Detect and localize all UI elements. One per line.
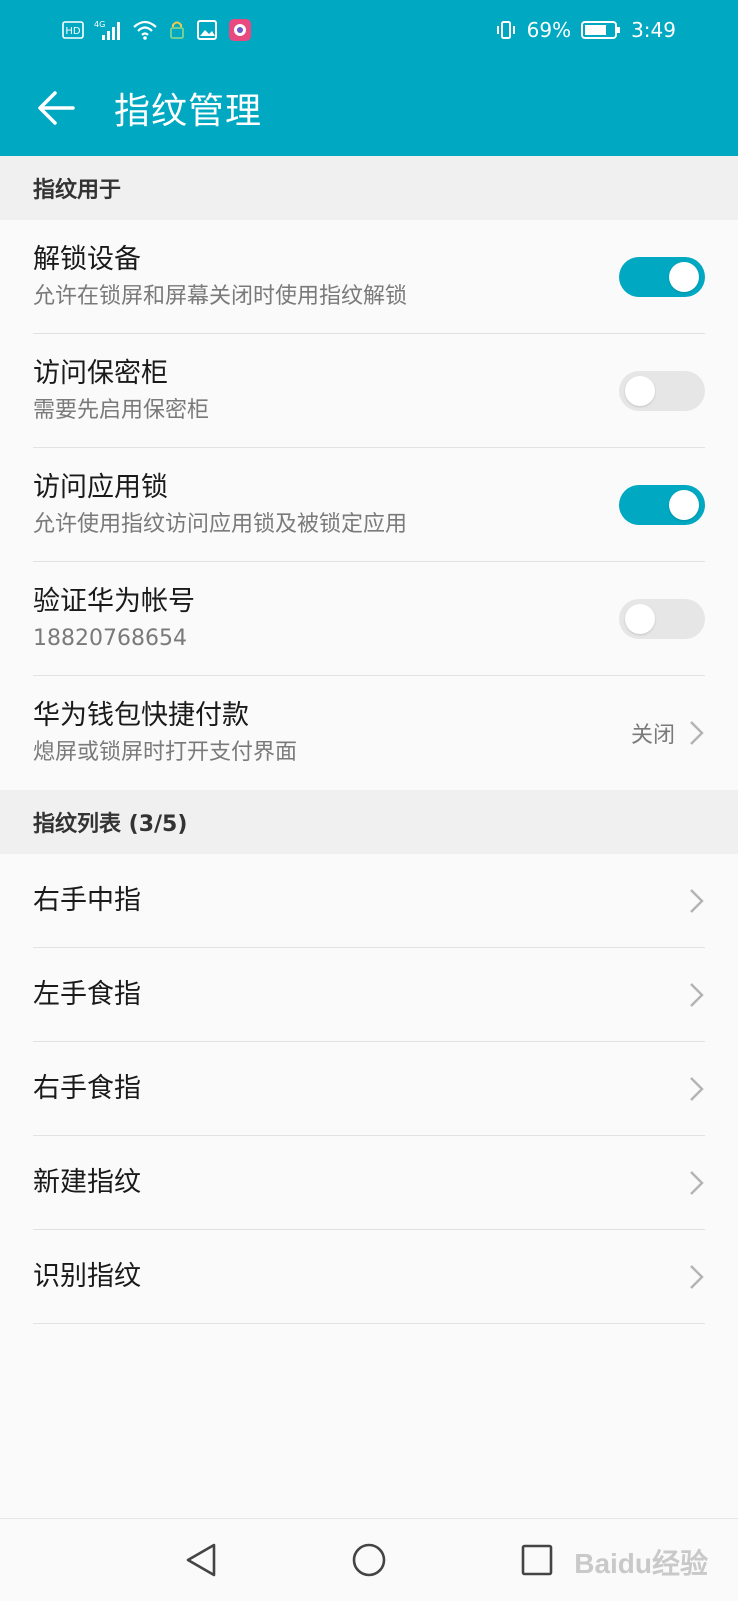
setting-title: 访问应用锁 bbox=[33, 471, 168, 503]
setting-subtitle: 允许在锁屏和屏幕关闭时使用指纹解锁 bbox=[33, 283, 408, 309]
chevron-right-icon bbox=[687, 1169, 705, 1197]
fingerprint-item-left-index[interactable]: 左手食指 bbox=[33, 948, 705, 1042]
setting-title: 访问保密柜 bbox=[33, 357, 168, 389]
new-fingerprint-label: 新建指纹 bbox=[33, 1166, 141, 1198]
arrow-left-icon bbox=[38, 91, 75, 125]
fingerprint-item-right-index[interactable]: 右手食指 bbox=[33, 1042, 705, 1136]
nav-recents-button[interactable] bbox=[515, 1538, 559, 1582]
settings-content: 指纹用于 解锁设备 允许在锁屏和屏幕关闭时使用指纹解锁 访问保密柜 需要先启用保… bbox=[0, 156, 738, 1324]
toggle-knob bbox=[669, 261, 699, 292]
identify-fingerprint-label: 识别指纹 bbox=[33, 1260, 141, 1292]
account-number: 18820768654 bbox=[33, 625, 187, 651]
chevron-right-icon bbox=[687, 1263, 705, 1291]
setting-title: 验证华为帐号 bbox=[33, 585, 195, 617]
section-header-usage: 指纹用于 bbox=[0, 156, 738, 220]
lock-icon bbox=[168, 19, 186, 41]
nav-back-button[interactable] bbox=[179, 1538, 223, 1582]
section-header-fingerprints: 指纹列表 (3/5) bbox=[0, 790, 738, 854]
setting-subtitle: 需要先启用保密柜 bbox=[33, 397, 210, 423]
access-safe-toggle[interactable] bbox=[619, 370, 705, 411]
status-right-icons: 69% 3:49 bbox=[495, 18, 676, 42]
app-bar: 指纹管理 bbox=[0, 60, 738, 156]
usage-list: 解锁设备 允许在锁屏和屏幕关闭时使用指纹解锁 访问保密柜 需要先启用保密柜 访问… bbox=[0, 220, 738, 790]
wifi-icon bbox=[132, 19, 158, 41]
fingerprint-name: 右手食指 bbox=[33, 1072, 141, 1104]
image-icon bbox=[196, 19, 218, 41]
chevron-right-icon bbox=[687, 887, 705, 915]
setting-title: 解锁设备 bbox=[33, 243, 141, 275]
toggle-knob bbox=[625, 375, 655, 406]
hd-icon: HD bbox=[62, 21, 84, 39]
battery-percent: 69% bbox=[526, 18, 572, 42]
battery-icon bbox=[581, 20, 621, 40]
wallet-pay-value: 关闭 bbox=[630, 723, 675, 748]
app-lock-toggle[interactable] bbox=[619, 484, 705, 525]
home-circle-icon bbox=[352, 1543, 386, 1577]
setting-subtitle: 熄屏或锁屏时打开支付界面 bbox=[33, 740, 298, 765]
status-left-icons: HD 4G bbox=[62, 18, 252, 42]
svg-text:4G: 4G bbox=[94, 20, 105, 29]
vibrate-icon bbox=[495, 19, 517, 41]
fingerprint-name: 右手中指 bbox=[33, 884, 141, 916]
setting-access-safe[interactable]: 访问保密柜 需要先启用保密柜 bbox=[33, 334, 705, 448]
unlock-device-toggle[interactable] bbox=[619, 256, 705, 297]
nav-home-button[interactable] bbox=[347, 1538, 391, 1582]
new-fingerprint-button[interactable]: 新建指纹 bbox=[33, 1136, 705, 1230]
setting-verify-account[interactable]: 验证华为帐号 18820768654 bbox=[33, 562, 705, 676]
setting-title: 华为钱包快捷付款 bbox=[33, 700, 249, 731]
verify-account-toggle[interactable] bbox=[619, 598, 705, 639]
setting-unlock-device[interactable]: 解锁设备 允许在锁屏和屏幕关闭时使用指纹解锁 bbox=[33, 220, 705, 334]
status-time: 3:49 bbox=[631, 18, 676, 42]
back-triangle-icon bbox=[186, 1543, 216, 1577]
app-badge-icon bbox=[228, 18, 252, 42]
chevron-right-icon bbox=[687, 981, 705, 1009]
signal-4g-icon: 4G bbox=[94, 19, 122, 41]
setting-app-lock[interactable]: 访问应用锁 允许使用指纹访问应用锁及被锁定应用 bbox=[33, 448, 705, 562]
status-bar: HD 4G 69% 3:49 bbox=[0, 0, 738, 60]
fingerprint-list: 右手中指 左手食指 右手食指 新建指纹 识别指纹 bbox=[0, 854, 738, 1324]
chevron-right-icon bbox=[687, 719, 705, 747]
setting-wallet-pay[interactable]: 华为钱包快捷付款 熄屏或锁屏时打开支付界面 关闭 bbox=[33, 676, 705, 790]
toggle-knob bbox=[669, 489, 699, 520]
toggle-knob bbox=[625, 603, 655, 634]
setting-subtitle: 允许使用指纹访问应用锁及被锁定应用 bbox=[33, 511, 408, 537]
back-button[interactable] bbox=[16, 68, 96, 148]
identify-fingerprint-button[interactable]: 识别指纹 bbox=[33, 1230, 705, 1324]
recents-square-icon bbox=[521, 1544, 553, 1576]
page-title: 指纹管理 bbox=[114, 91, 263, 132]
baidu-watermark: Baidu经验 bbox=[574, 1548, 708, 1579]
svg-text:HD: HD bbox=[65, 26, 81, 37]
fingerprint-item-right-middle[interactable]: 右手中指 bbox=[33, 854, 705, 948]
chevron-right-icon bbox=[687, 1075, 705, 1103]
fingerprint-name: 左手食指 bbox=[33, 978, 141, 1010]
